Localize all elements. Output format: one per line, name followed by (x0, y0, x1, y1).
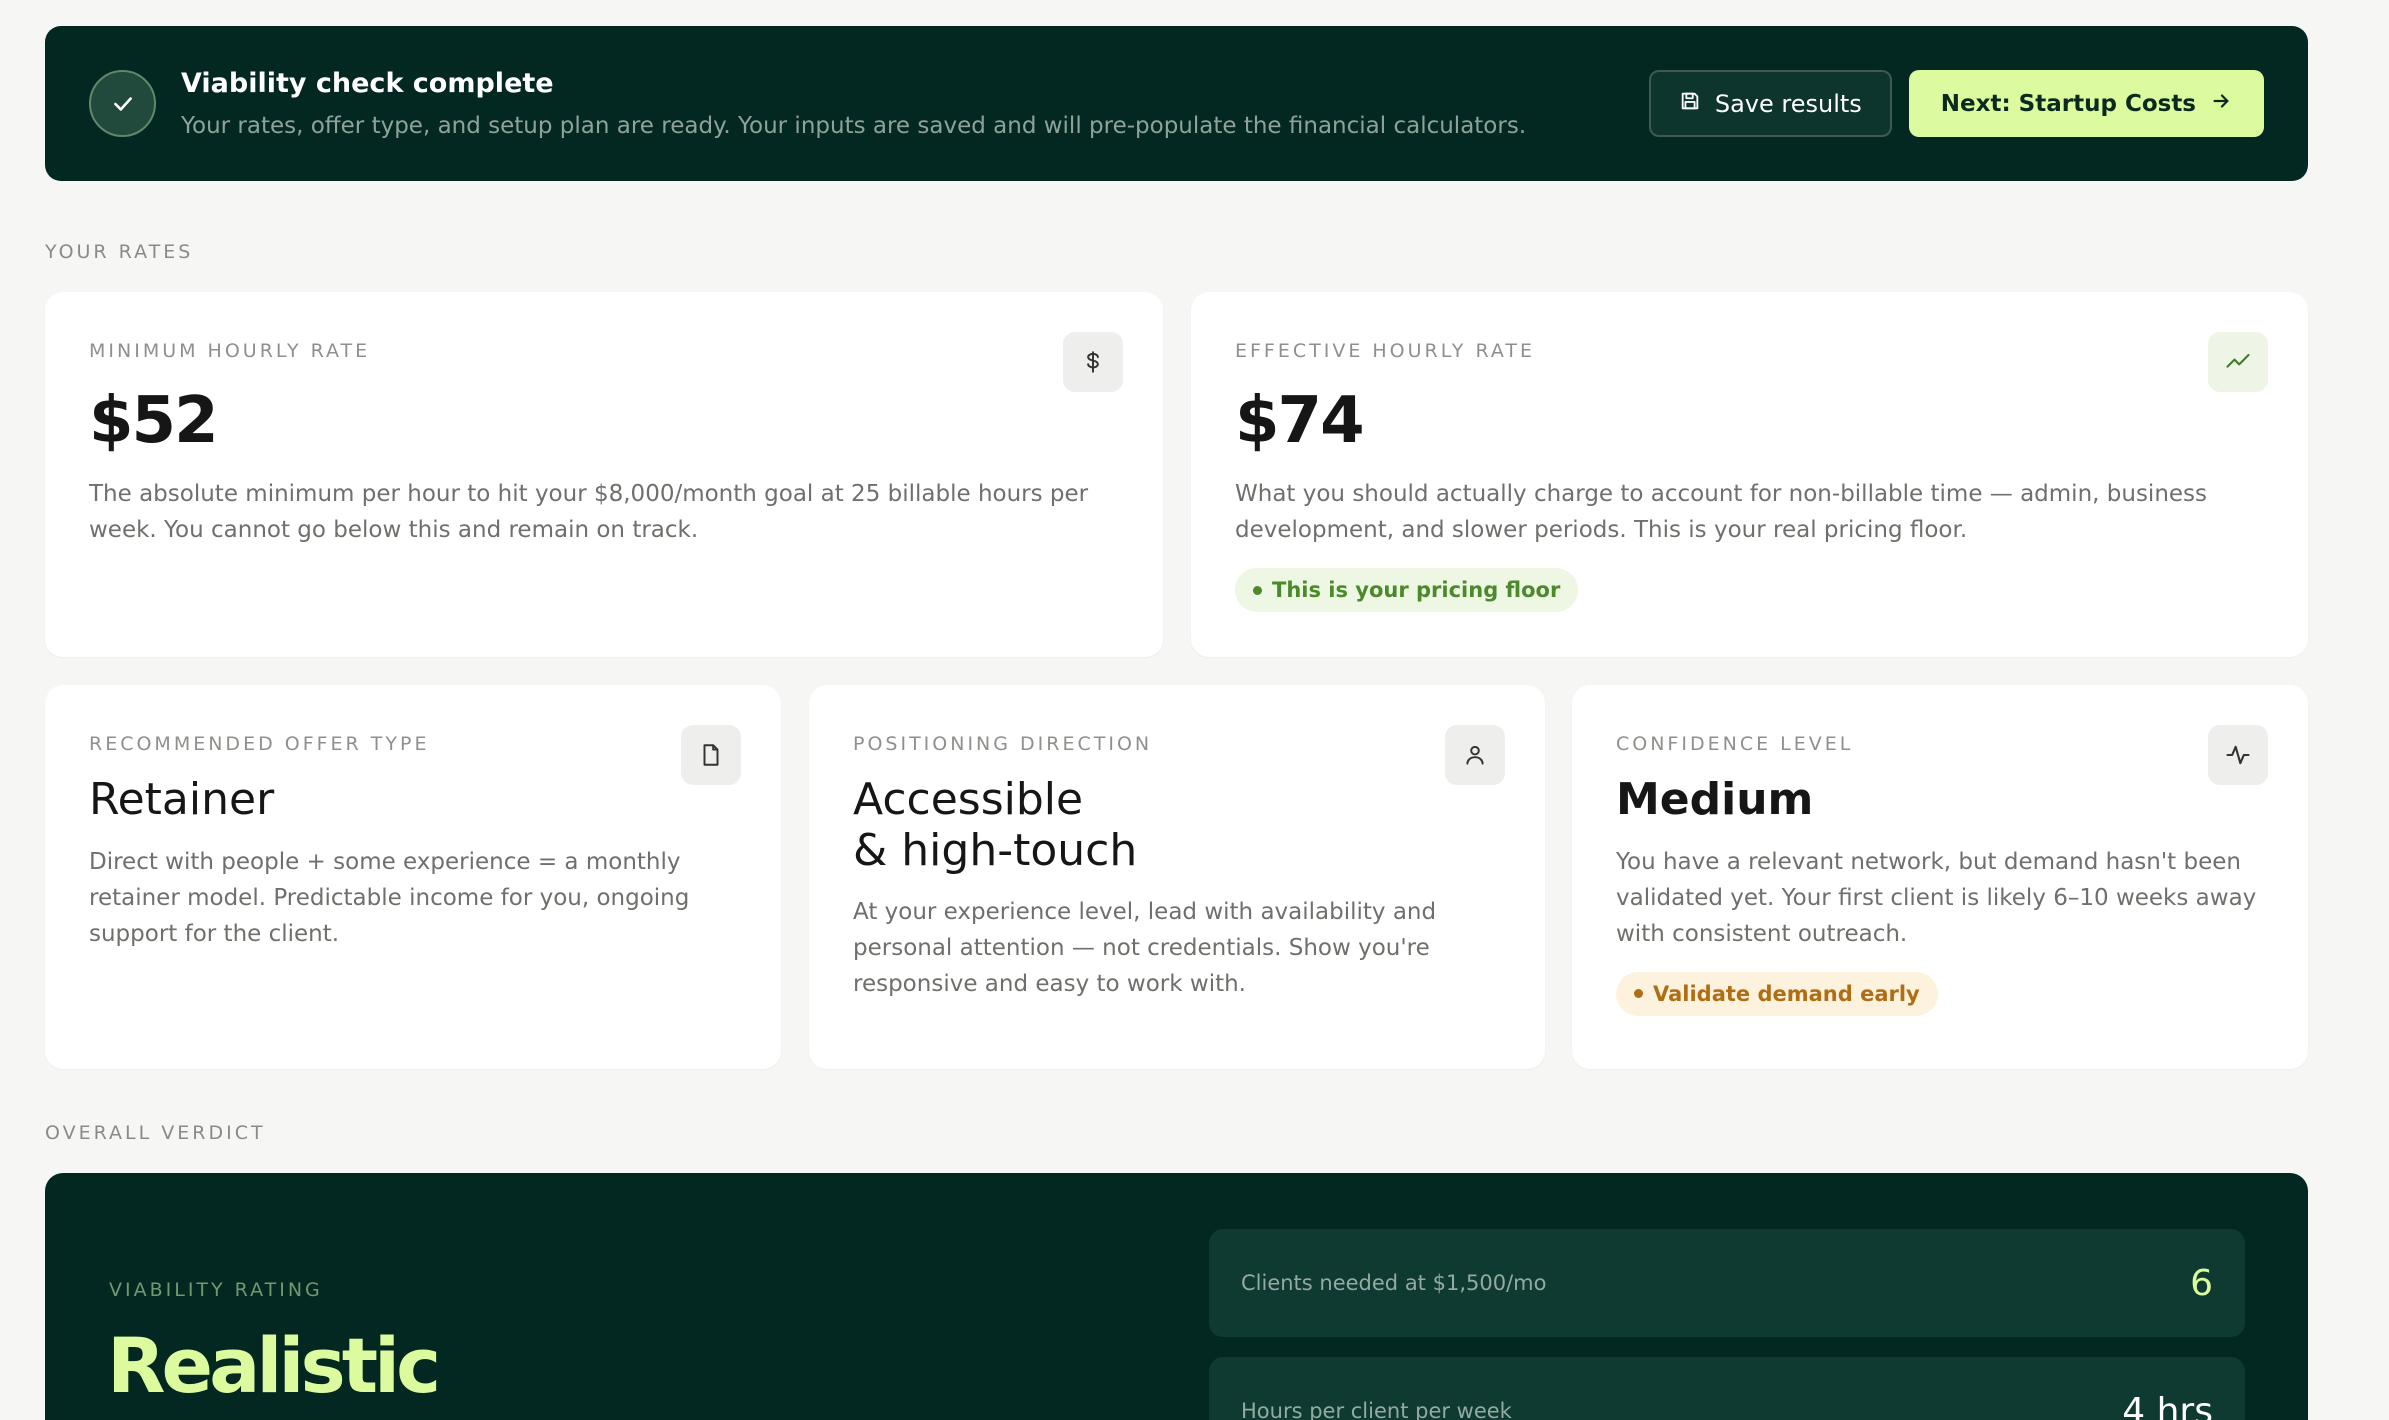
offer-type-label: RECOMMENDED OFFER TYPE (89, 733, 430, 755)
effective-rate-value: $74 (1235, 384, 1365, 458)
positioning-description: At your experience level, lead with avai… (853, 899, 1437, 998)
status-dot (1634, 989, 1643, 999)
user-icon (1445, 725, 1505, 785)
check-icon (89, 70, 156, 137)
minimum-rate-card: MINIMUM HOURLY RATE $52 The absolute min… (45, 292, 1163, 657)
offer-type-card: RECOMMENDED OFFER TYPE Retainer Direct w… (45, 685, 781, 1069)
minimum-rate-label: MINIMUM HOURLY RATE (89, 340, 371, 362)
confidence-card: CONFIDENCE LEVEL Medium You have a relev… (1572, 685, 2308, 1069)
stat-clients-needed: Clients needed at $1,500/mo 6 (1209, 1229, 2245, 1337)
next-label: Next: Startup Costs (1940, 90, 2196, 117)
positioning-value: Accessible & high-touch (853, 774, 1501, 876)
minimum-rate-description: The absolute minimum per hour to hit you… (89, 481, 1089, 543)
dollar-icon (1063, 332, 1123, 392)
pulse-icon (2208, 725, 2268, 785)
save-results-label: Save results (1714, 89, 1862, 118)
confidence-label: CONFIDENCE LEVEL (1616, 733, 1854, 755)
save-results-button[interactable]: Save results (1648, 70, 1892, 137)
status-dot (1253, 585, 1262, 595)
stat-value: 6 (2190, 1262, 2213, 1304)
positioning-value-line1: Accessible (853, 774, 1084, 825)
stat-label: Hours per client per week (1241, 1399, 1512, 1420)
banner-text: Viability check complete Your rates, off… (181, 68, 1649, 139)
next-startup-costs-button[interactable]: Next: Startup Costs (1908, 70, 2264, 137)
positioning-card: POSITIONING DIRECTION Accessible & high-… (809, 685, 1545, 1069)
effective-rate-description: What you should actually charge to accou… (1235, 481, 2208, 543)
floppy-disk-icon (1679, 90, 1701, 118)
verdict-panel: VIABILITY RATING Realistic Clients neede… (45, 1173, 2308, 1420)
banner-subtitle: Your rates, offer type, and setup plan a… (181, 113, 1527, 139)
confidence-value: Medium (1616, 774, 1814, 825)
document-icon (681, 725, 741, 785)
arrow-right-icon (2210, 90, 2232, 118)
positioning-label: POSITIONING DIRECTION (853, 733, 1153, 755)
positioning-value-line2: & high-touch (853, 824, 1138, 876)
viability-rating-label: VIABILITY RATING (109, 1279, 323, 1301)
offer-type-description: Direct with people + some experience = a… (89, 848, 690, 947)
effective-rate-label: EFFECTIVE HOURLY RATE (1235, 340, 1536, 362)
pricing-floor-badge: This is your pricing floor (1235, 568, 1579, 612)
viability-rating-value: Realistic (107, 1321, 441, 1410)
stat-value: 4 hrs (2122, 1390, 2213, 1420)
verdict-section-label: OVERALL VERDICT (45, 1122, 266, 1144)
effective-rate-card: EFFECTIVE HOURLY RATE $74 What you shoul… (1191, 292, 2308, 657)
stat-hours-per-client: Hours per client per week 4 hrs (1209, 1357, 2245, 1420)
offer-type-value: Retainer (89, 774, 275, 825)
rates-section-label: YOUR RATES (45, 241, 194, 263)
confidence-description: You have a relevant network, but demand … (1616, 848, 2257, 947)
minimum-rate-value: $52 (89, 384, 219, 458)
trend-up-icon (2208, 332, 2268, 392)
banner-title: Viability check complete (181, 68, 554, 99)
validate-demand-badge: Validate demand early (1616, 971, 1938, 1016)
completion-banner: Viability check complete Your rates, off… (45, 26, 2308, 181)
stat-label: Clients needed at $1,500/mo (1241, 1271, 1547, 1295)
pricing-floor-badge-label: This is your pricing floor (1272, 578, 1561, 602)
validate-demand-badge-label: Validate demand early (1653, 981, 1920, 1006)
